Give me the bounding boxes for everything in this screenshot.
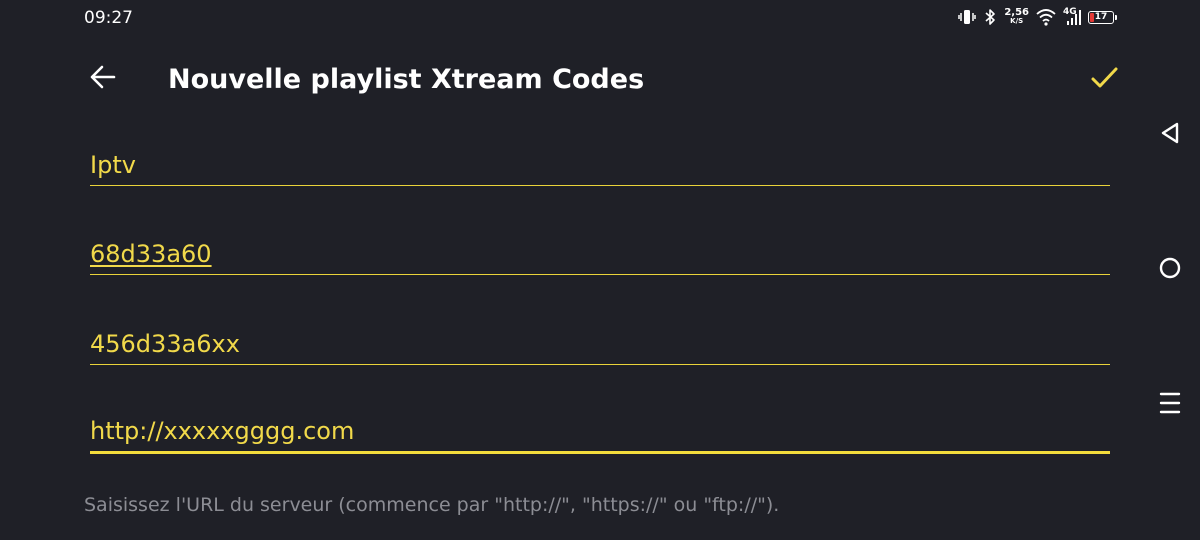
battery-fill bbox=[1090, 12, 1094, 22]
arrow-left-icon bbox=[89, 63, 117, 96]
username-input[interactable] bbox=[90, 240, 1110, 268]
bluetooth-icon bbox=[983, 8, 997, 26]
server-url-input[interactable] bbox=[90, 417, 1110, 445]
confirm-button[interactable] bbox=[1086, 62, 1122, 98]
nav-recents-button[interactable] bbox=[1150, 385, 1190, 425]
triangle-back-icon bbox=[1159, 121, 1181, 150]
password-input[interactable] bbox=[90, 330, 1110, 358]
battery-level: 17 bbox=[1094, 12, 1108, 22]
nav-home-button[interactable] bbox=[1150, 250, 1190, 290]
nav-back-button[interactable] bbox=[1150, 115, 1190, 155]
screen: 09:27 2,56 K/S 4G 17 Nouvelle playlist X… bbox=[0, 0, 1200, 540]
playlist-name-field[interactable] bbox=[90, 142, 1110, 186]
back-button[interactable] bbox=[86, 62, 120, 96]
battery-icon: 17 bbox=[1088, 10, 1117, 24]
wifi-icon bbox=[1036, 8, 1056, 26]
helper-text: Saisissez l'URL du serveur (commence par… bbox=[84, 494, 780, 516]
username-field[interactable] bbox=[90, 231, 1110, 275]
cell-signal-icon: 4G bbox=[1063, 7, 1081, 26]
status-icons: 2,56 K/S 4G 17 bbox=[958, 6, 1117, 28]
playlist-name-input[interactable] bbox=[90, 151, 1110, 179]
speed-value: 2,56 bbox=[1004, 7, 1029, 18]
password-field[interactable] bbox=[90, 321, 1110, 365]
speed-unit: K/S bbox=[1010, 17, 1024, 25]
server-url-field[interactable] bbox=[90, 410, 1110, 454]
circle-home-icon bbox=[1158, 256, 1182, 285]
page-title: Nouvelle playlist Xtream Codes bbox=[168, 64, 645, 95]
menu-lines-icon bbox=[1159, 390, 1181, 421]
status-time: 09:27 bbox=[84, 8, 133, 28]
network-speed: 2,56 K/S bbox=[1004, 8, 1029, 26]
check-icon bbox=[1089, 63, 1119, 98]
vibrate-icon bbox=[958, 8, 977, 26]
